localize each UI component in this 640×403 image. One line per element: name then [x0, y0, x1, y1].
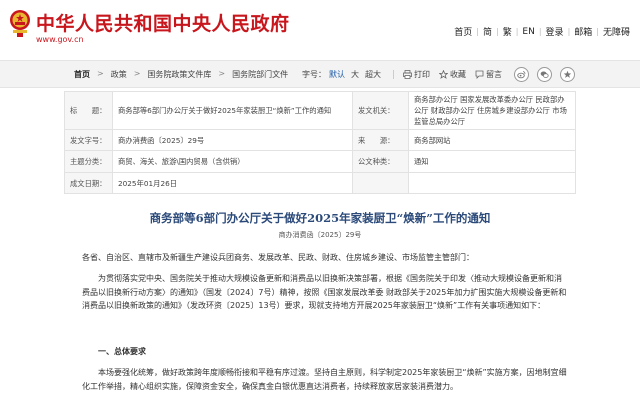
- nav-english[interactable]: EN: [518, 27, 538, 37]
- meta-type-value: 通知: [408, 150, 576, 173]
- meta-topic-key: 主题分类：: [64, 150, 113, 173]
- nav-traditional[interactable]: 繁: [499, 25, 516, 38]
- tools-divider: [393, 70, 394, 79]
- qzone-share-button[interactable]: [560, 67, 575, 82]
- breadcrumb-separator: >: [218, 69, 226, 78]
- meta-issuer-value: 商务部办公厅 国家发展改革委办公厅 民政部办公厅 财政部办公厅 住房城乡建设部办…: [408, 91, 576, 130]
- article-paragraph-2: 本场要强化统筹，做好政策跨年度顺畅衔接和平稳有序过渡。坚持自主原则，科学制定20…: [82, 368, 567, 391]
- breadcrumb-home[interactable]: 首页: [74, 69, 90, 80]
- font-size-default[interactable]: 默认: [326, 69, 348, 80]
- print-icon: [403, 70, 412, 79]
- nav-home[interactable]: 首页: [450, 25, 476, 38]
- meta-docno-key: 发文字号：: [64, 129, 113, 151]
- meta-source-key: 来 源：: [352, 129, 409, 151]
- top-nav: 首页 | 简 | 繁 | EN | 登录 | 邮箱 | 无障碍: [450, 25, 634, 39]
- breadcrumb-separator: >: [133, 69, 141, 78]
- meta-issuer-key: 发文机关：: [352, 91, 409, 130]
- font-size-xlarge[interactable]: 超大: [362, 69, 384, 80]
- nav-login[interactable]: 登录: [542, 25, 568, 38]
- nav-simplified[interactable]: 简: [479, 25, 496, 38]
- site-title[interactable]: 中华人民共和国中央人民政府: [36, 9, 290, 36]
- meta-source-value: 商务部网站: [408, 129, 576, 151]
- meta-type-key: 公文种类：: [352, 150, 409, 173]
- comment-icon: [475, 70, 484, 79]
- breadcrumb-dept-docs[interactable]: 国务院部门文件: [232, 69, 288, 80]
- nav-accessibility[interactable]: 无障碍: [599, 25, 634, 38]
- breadcrumb: 首页 > 政策 > 国务院政策文件库 > 国务院部门文件: [74, 69, 288, 80]
- wechat-share-button[interactable]: [537, 67, 552, 82]
- breadcrumb-policy-library[interactable]: 国务院政策文件库: [147, 69, 211, 80]
- font-size-large[interactable]: 大: [348, 69, 362, 80]
- article-document-number: 商办消费函〔2025〕29号: [278, 231, 362, 239]
- breadcrumb-policy[interactable]: 政策: [111, 69, 127, 80]
- qzone-star-icon: [563, 70, 572, 78]
- meta-date-key: 成文日期：: [64, 172, 113, 194]
- site-header: 中华人民共和国中央人民政府 www.gov.cn 首页 | 简 | 繁 | EN…: [0, 0, 640, 56]
- table-row: 标 题： 商务部等6部门办公厅关于做好2025年家装厨卫“焕新”工作的通知 发文…: [64, 91, 576, 130]
- article-title: 商务部等6部门办公厅关于做好2025年家装厨卫“焕新”工作的通知: [149, 211, 491, 225]
- meta-date-value: 2025年01月26日: [112, 172, 353, 194]
- article-tools: 字号： 默认 大 超大 打印 收藏 留言: [302, 69, 511, 80]
- table-row: 成文日期： 2025年01月26日: [64, 172, 576, 194]
- section-heading-1: 一、总体要求: [98, 347, 146, 356]
- meta-title-value: 商务部等6部门办公厅关于做好2025年家装厨卫“焕新”工作的通知: [112, 91, 353, 130]
- document-metadata-table: 标 题： 商务部等6部门办公厅关于做好2025年家装厨卫“焕新”工作的通知 发文…: [64, 91, 576, 194]
- national-emblem-icon[interactable]: [9, 8, 31, 38]
- table-row: 发文字号： 商办消费函〔2025〕29号 来 源： 商务部网站: [64, 129, 576, 151]
- star-icon: [439, 70, 448, 79]
- meta-docno-value: 商办消费函〔2025〕29号: [112, 129, 353, 151]
- article-addressee: 各省、自治区、直辖市及新疆生产建设兵团商务、发展改革、民政、财政、住房城乡建设、…: [82, 253, 474, 262]
- print-button[interactable]: 打印: [403, 69, 430, 80]
- weibo-share-button[interactable]: [514, 67, 529, 82]
- meta-empty-key: [352, 172, 409, 194]
- article-paragraph-1: 为贯彻落实党中央、国务院关于推动大规模设备更新和消费品以旧换新决策部署，根据《国…: [82, 274, 567, 310]
- breadcrumb-separator: >: [97, 69, 104, 78]
- weibo-icon: [517, 71, 526, 79]
- share-group: [514, 67, 583, 82]
- favorite-button[interactable]: 收藏: [439, 69, 466, 80]
- breadcrumb-bar: 首页 > 政策 > 国务院政策文件库 > 国务院部门文件 字号： 默认 大 超大…: [0, 60, 640, 88]
- meta-empty-value: [408, 172, 576, 194]
- nav-mail[interactable]: 邮箱: [570, 25, 596, 38]
- font-size-label: 字号：: [302, 70, 326, 79]
- table-row: 主题分类： 商贸、海关、旅游\国内贸易（含供销） 公文种类： 通知: [64, 150, 576, 173]
- print-label: 打印: [414, 70, 430, 79]
- site-url: www.gov.cn: [36, 35, 84, 44]
- comment-label: 留言: [486, 70, 502, 79]
- favorite-label: 收藏: [450, 70, 466, 79]
- meta-topic-value: 商贸、海关、旅游\国内贸易（含供销）: [112, 150, 353, 173]
- comment-button[interactable]: 留言: [475, 69, 502, 80]
- meta-title-key: 标 题：: [64, 91, 113, 130]
- wechat-icon: [540, 71, 549, 78]
